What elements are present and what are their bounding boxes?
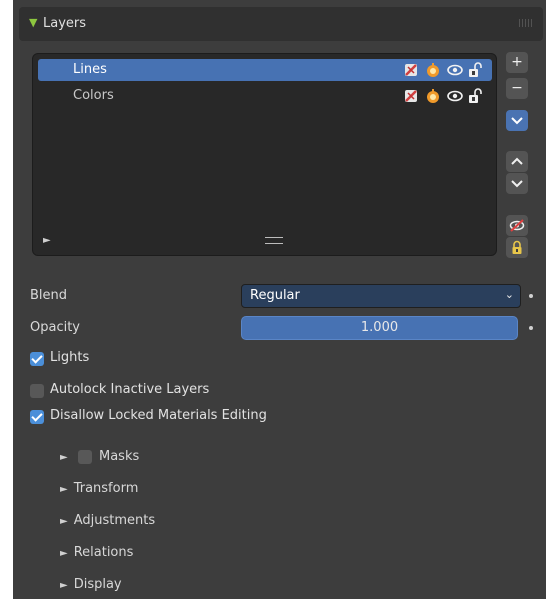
layer-row[interactable]: Colors bbox=[38, 85, 492, 107]
opacity-label: Opacity bbox=[30, 320, 81, 335]
mask-off-icon[interactable] bbox=[402, 61, 420, 79]
subpanel-transform[interactable]: ► Transform bbox=[60, 481, 138, 496]
move-layer-up-button[interactable] bbox=[506, 151, 528, 172]
layer-name[interactable]: Lines bbox=[73, 62, 107, 77]
keyframe-dot-icon[interactable] bbox=[529, 294, 533, 298]
onion-skin-icon[interactable] bbox=[424, 87, 442, 105]
subpanel-label: Relations bbox=[73, 545, 134, 560]
remove-layer-button[interactable]: − bbox=[506, 78, 528, 99]
mask-off-icon[interactable] bbox=[402, 87, 420, 105]
eye-icon[interactable] bbox=[446, 61, 464, 79]
subpanel-relations[interactable]: ► Relations bbox=[60, 545, 133, 560]
subpanel-label: Display bbox=[73, 577, 122, 592]
subpanel-label: Transform bbox=[73, 481, 139, 496]
blend-mode-value: Regular bbox=[250, 288, 300, 303]
lock-other-layers-button[interactable] bbox=[506, 237, 528, 258]
triangle-right-icon: ► bbox=[60, 580, 68, 591]
disallow-locked-checkbox[interactable] bbox=[30, 410, 44, 424]
opacity-value: 1.000 bbox=[360, 320, 399, 335]
blend-mode-dropdown[interactable]: Regular ⌄ bbox=[241, 284, 521, 308]
add-layer-button[interactable]: + bbox=[506, 52, 528, 73]
unlock-icon[interactable] bbox=[466, 87, 484, 105]
subpanel-label: Adjustments bbox=[73, 513, 156, 528]
subpanel-display[interactable]: ► Display bbox=[60, 577, 122, 592]
chevron-down-icon bbox=[511, 117, 523, 125]
unlock-icon[interactable] bbox=[466, 61, 484, 79]
masks-checkbox[interactable] bbox=[78, 450, 92, 464]
keyframe-dot-icon[interactable] bbox=[529, 326, 533, 330]
lights-checkbox[interactable] bbox=[30, 352, 44, 366]
triangle-right-icon: ► bbox=[60, 516, 68, 527]
layer-name[interactable]: Colors bbox=[73, 88, 114, 103]
lock-icon bbox=[512, 240, 522, 254]
move-up-icon bbox=[511, 157, 523, 165]
triangle-right-icon: ► bbox=[60, 452, 68, 463]
panel-header[interactable]: ▼ Layers bbox=[19, 7, 543, 41]
subpanel-masks-label[interactable]: Masks bbox=[99, 449, 139, 464]
list-filter-toggle-icon[interactable]: ► bbox=[43, 235, 51, 246]
disallow-locked-label[interactable]: Disallow Locked Materials Editing bbox=[50, 408, 267, 423]
chevron-down-icon: ⌄ bbox=[504, 288, 514, 301]
hide-other-layers-button[interactable] bbox=[506, 215, 528, 236]
onion-skin-icon[interactable] bbox=[424, 61, 442, 79]
layer-row-icons bbox=[402, 87, 484, 105]
subpanel-adjustments[interactable]: ► Adjustments bbox=[60, 513, 155, 528]
layers-panel: ▼ Layers Lines Colors ► + − Blend Regula… bbox=[13, 0, 546, 599]
subpanel-masks[interactable]: ► bbox=[60, 449, 74, 464]
autolock-label[interactable]: Autolock Inactive Layers bbox=[50, 382, 209, 397]
eye-hidden-icon bbox=[509, 219, 525, 232]
layer-specials-menu-button[interactable] bbox=[506, 110, 528, 131]
layer-row-icons bbox=[402, 61, 484, 79]
opacity-slider[interactable]: 1.000 bbox=[241, 316, 518, 340]
move-layer-down-button[interactable] bbox=[506, 173, 528, 194]
eye-icon[interactable] bbox=[446, 87, 464, 105]
layer-row[interactable]: Lines bbox=[38, 59, 492, 81]
list-resize-grip-icon[interactable] bbox=[265, 237, 283, 244]
lights-label[interactable]: Lights bbox=[50, 350, 89, 365]
triangle-right-icon: ► bbox=[60, 548, 68, 559]
blend-label: Blend bbox=[30, 288, 68, 303]
panel-title: Layers bbox=[43, 16, 87, 31]
autolock-checkbox[interactable] bbox=[30, 384, 44, 398]
layer-list[interactable]: Lines Colors ► bbox=[32, 53, 497, 256]
triangle-down-icon: ▼ bbox=[29, 16, 38, 29]
drag-grip-icon[interactable] bbox=[519, 19, 533, 27]
triangle-right-icon: ► bbox=[60, 484, 68, 495]
move-down-icon bbox=[511, 180, 523, 188]
